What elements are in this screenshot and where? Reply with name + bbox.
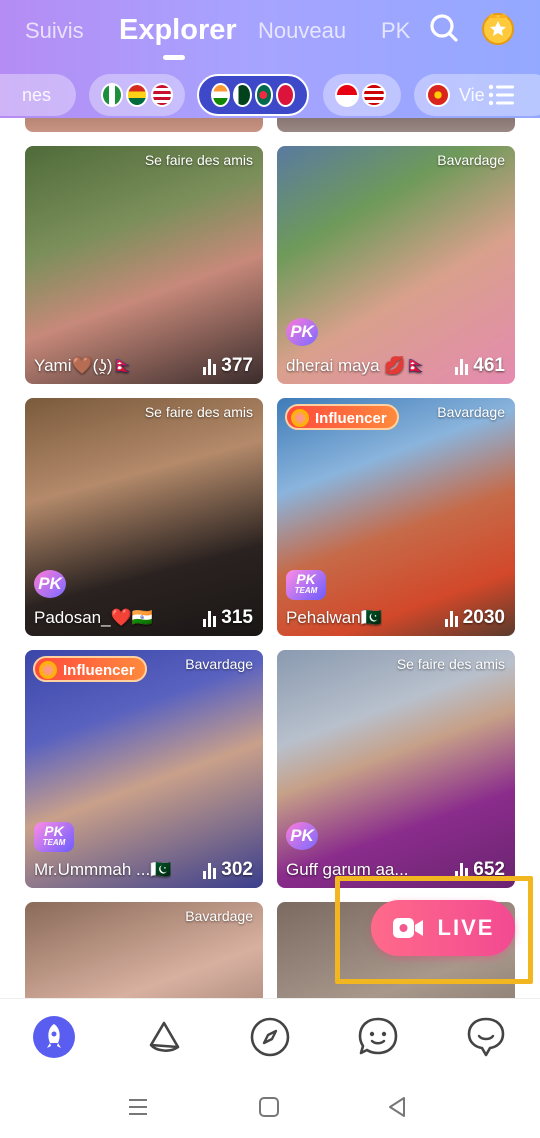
- recents-icon[interactable]: [125, 1094, 151, 1120]
- stream-category-tag: Bavardage: [437, 404, 505, 420]
- viewer-count-value: 377: [221, 355, 253, 376]
- bangladesh-flag-icon: [254, 83, 274, 107]
- viewer-count-value: 302: [221, 859, 253, 880]
- tab-pk[interactable]: PK: [381, 18, 410, 44]
- filter-chip-label: Vie: [459, 84, 485, 105]
- viewers-bars-icon: [203, 611, 217, 627]
- pk-team-badge-icon: PK TEAM: [286, 570, 326, 600]
- bell-icon[interactable]: [142, 1015, 186, 1059]
- viewers-bars-icon: [203, 359, 217, 375]
- message-icon[interactable]: [464, 1015, 508, 1059]
- influencer-label: Influencer: [63, 662, 135, 679]
- viewers-bars-icon: [203, 863, 217, 879]
- stream-card[interactable]: Se faire des amis Yami🤎(ʖ̯)🇳🇵 377: [25, 146, 263, 384]
- stream-category-tag: Bavardage: [437, 152, 505, 168]
- viewer-count-value: 461: [473, 355, 505, 376]
- viewer-count-value: 315: [221, 607, 253, 628]
- filter-chip-southeast-asia[interactable]: [323, 74, 401, 116]
- streamer-name: Mr.Ummmah ...🇵🇰: [34, 860, 172, 879]
- list-menu-icon[interactable]: [488, 84, 514, 106]
- stream-card[interactable]: Se faire des amis PK Padosan_❤️🇮🇳 315: [25, 398, 263, 636]
- filter-chip-vietnam[interactable]: Vie: [414, 74, 540, 116]
- viewers-bars-icon: [455, 863, 469, 879]
- video-camera-icon: [392, 918, 423, 938]
- streamer-name: Pehalwan🇵🇰: [286, 608, 382, 627]
- pk-team-badge-icon: PK TEAM: [34, 822, 74, 852]
- tab-nouveau[interactable]: Nouveau: [258, 18, 346, 44]
- stream-card[interactable]: Influencer Bavardage PK TEAM Mr.Ummmah ..…: [25, 650, 263, 888]
- country-filter-row: nes Vie: [0, 72, 540, 118]
- nepal-flag-icon: [276, 83, 295, 107]
- nigeria-flag-icon: [101, 83, 123, 107]
- chat-face-icon[interactable]: [356, 1015, 400, 1059]
- streamer-name: Guff garum aa...: [286, 860, 409, 879]
- tab-suivis[interactable]: Suivis: [25, 18, 84, 44]
- viewers-bars-icon: [455, 359, 469, 375]
- influencer-badge: Influencer: [285, 404, 399, 430]
- streamer-name: Padosan_❤️🇮🇳: [34, 608, 153, 627]
- stream-card[interactable]: Bavardage PK dherai maya 💋🇳🇵 461: [277, 146, 515, 384]
- viewers-bars-icon: [444, 611, 458, 627]
- stream-category-tag: Bavardage: [185, 908, 253, 924]
- pk-badge-icon: PK: [286, 318, 318, 346]
- compass-icon[interactable]: [248, 1015, 292, 1059]
- stream-card[interactable]: Bavardage: [25, 902, 263, 998]
- stream-card-partial[interactable]: [277, 118, 515, 132]
- top-tabs: Suivis Explorer Nouveau PK: [0, 0, 540, 64]
- viewer-count: 302: [203, 859, 253, 881]
- pakistan-flag-icon: [232, 83, 252, 107]
- viewer-count-value: 2030: [462, 607, 505, 628]
- pk-badge-icon: PK: [34, 570, 66, 598]
- trophy-icon[interactable]: [480, 10, 516, 46]
- stream-category-tag: Se faire des amis: [144, 404, 253, 420]
- viewer-count: 2030: [444, 607, 505, 629]
- influencer-badge: Influencer: [33, 656, 147, 682]
- stream-category-tag: Bavardage: [185, 656, 253, 672]
- influencer-label: Influencer: [315, 410, 387, 427]
- viewer-count: 652: [455, 859, 505, 881]
- viewer-count-value: 652: [473, 859, 505, 880]
- india-flag-icon: [211, 83, 230, 107]
- streamer-name: dherai maya 💋🇳🇵: [286, 356, 427, 375]
- ghana-flag-icon: [126, 83, 148, 107]
- stream-card[interactable]: Se faire des amis PK Guff garum aa... 65…: [277, 650, 515, 888]
- stream-card[interactable]: Influencer Bavardage PK TEAM Pehalwan🇵🇰 2…: [277, 398, 515, 636]
- usa-flag-icon: [151, 83, 173, 107]
- live-label: LIVE: [437, 915, 495, 940]
- stream-grid: Se faire des amis Yami🤎(ʖ̯)🇳🇵 377 Bavard…: [0, 118, 540, 998]
- stream-card-partial[interactable]: [25, 118, 263, 132]
- filter-chip-partial[interactable]: nes: [0, 74, 76, 116]
- home-icon[interactable]: [256, 1094, 282, 1120]
- filter-chip-label: nes: [22, 84, 52, 105]
- active-tab-indicator: [163, 55, 185, 60]
- back-icon[interactable]: [384, 1094, 410, 1120]
- header: Suivis Explorer Nouveau PK nes Vie: [0, 0, 540, 132]
- indonesia-flag-icon: [335, 83, 359, 107]
- go-live-button[interactable]: LIVE: [371, 900, 515, 956]
- search-icon[interactable]: [428, 12, 460, 44]
- rocket-icon[interactable]: [32, 1015, 76, 1059]
- vietnam-flag-icon: [426, 83, 450, 107]
- stream-category-tag: Se faire des amis: [144, 152, 253, 168]
- system-navigation: [0, 1076, 540, 1138]
- pk-badge-icon: PK: [286, 822, 318, 850]
- viewer-count: 315: [203, 607, 253, 629]
- streamer-name: Yami🤎(ʖ̯)🇳🇵: [34, 356, 134, 375]
- tab-explorer[interactable]: Explorer: [119, 14, 237, 47]
- malaysia-flag-icon: [362, 83, 386, 107]
- bottom-navigation: [0, 998, 540, 1076]
- stream-category-tag: Se faire des amis: [396, 656, 505, 672]
- filter-chip-africa-usa[interactable]: [89, 74, 185, 116]
- filter-chip-south-asia[interactable]: [197, 74, 309, 116]
- viewer-count: 461: [455, 355, 505, 377]
- viewer-count: 377: [203, 355, 253, 377]
